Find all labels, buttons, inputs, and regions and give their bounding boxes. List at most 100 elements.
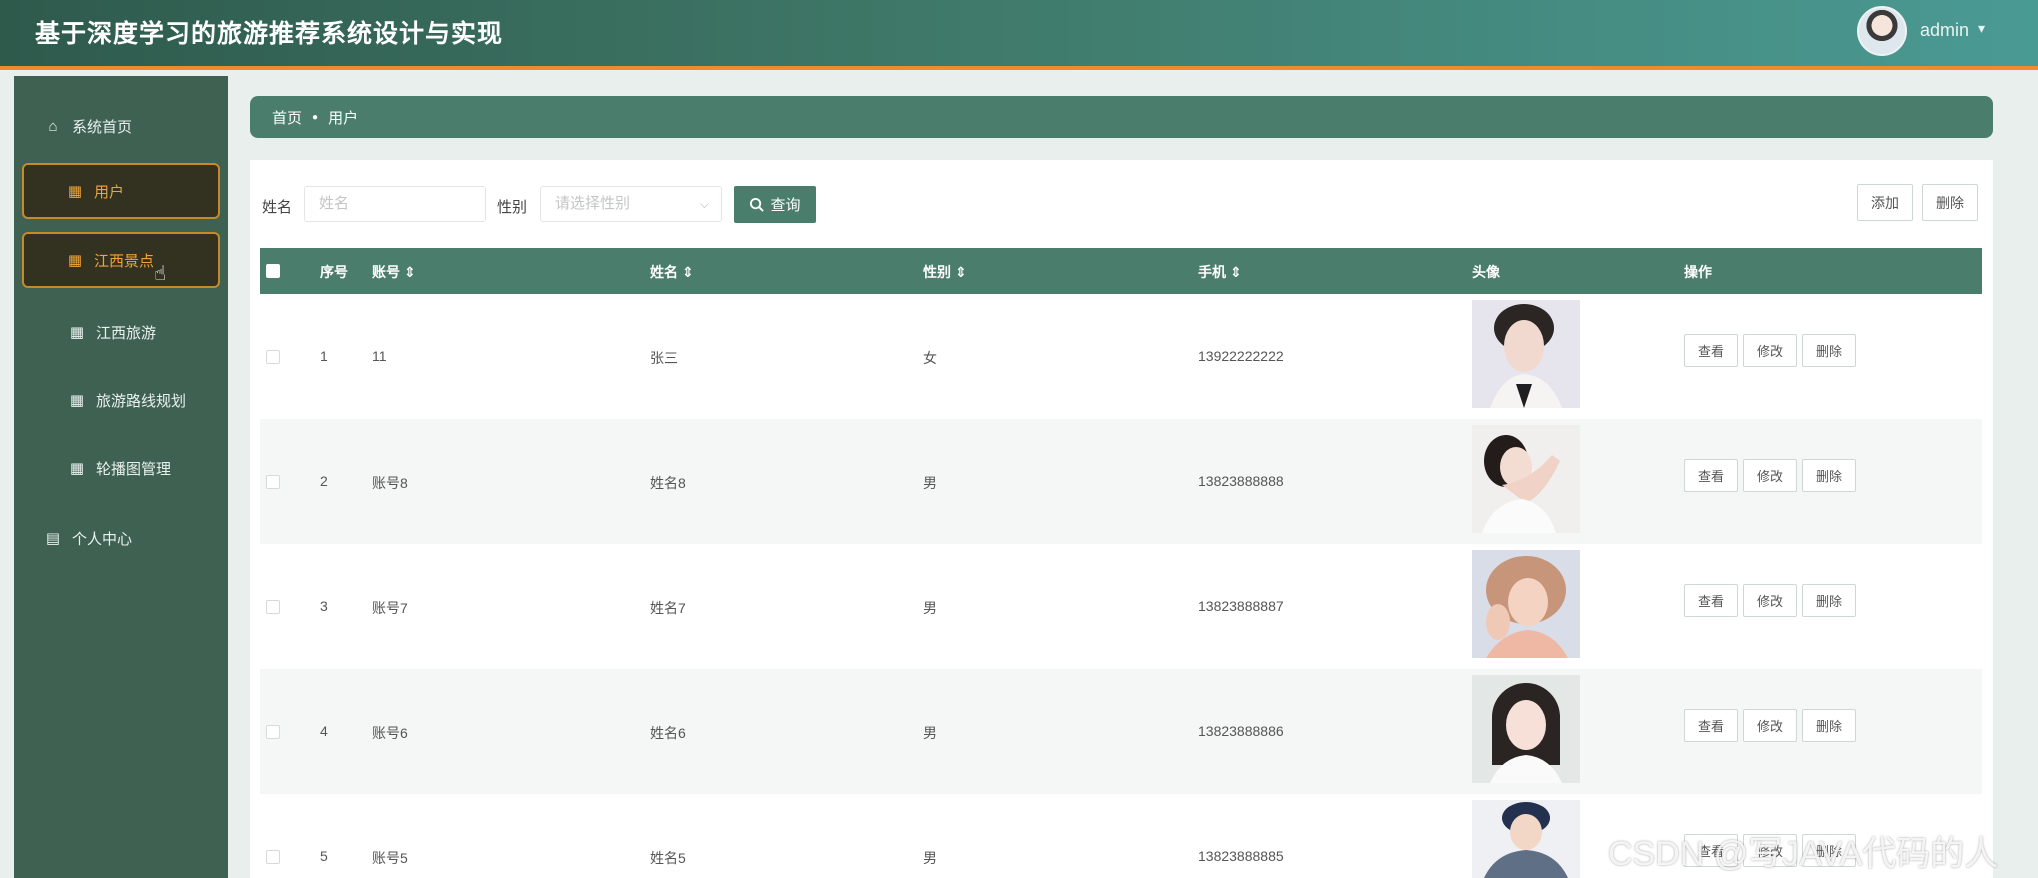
cell-name: 姓名8 bbox=[650, 475, 686, 491]
header-actions: 操作 bbox=[1684, 264, 1712, 280]
watermark: CSDN @写JAVA代码的人 bbox=[1608, 835, 1999, 873]
search-button-label: 查询 bbox=[770, 197, 801, 214]
table-row: 4 账号6 姓名6 男 13823888886 查看 修改 删除 bbox=[260, 669, 1982, 794]
view-button[interactable]: 查看 bbox=[1684, 459, 1738, 492]
gender-select[interactable]: 请选择性别 ⌵ bbox=[540, 186, 722, 222]
cell-gender: 女 bbox=[923, 350, 937, 366]
sidebar-item-label: 江西旅游 bbox=[96, 324, 157, 342]
avatar-photo bbox=[1472, 675, 1580, 783]
view-button-label: 查看 bbox=[1697, 344, 1724, 359]
hand-cursor-icon: ☝ bbox=[154, 263, 167, 285]
gender-filter-label: 性别 bbox=[497, 199, 528, 216]
delete-row-button-label: 删除 bbox=[1815, 344, 1842, 359]
sidebar-item-jiangxi-scenic[interactable]: ▦ 江西景点 bbox=[22, 232, 220, 288]
row-checkbox[interactable] bbox=[266, 850, 280, 864]
row-checkbox[interactable] bbox=[266, 350, 280, 364]
cell-name: 姓名6 bbox=[650, 725, 686, 741]
cell-index: 5 bbox=[320, 848, 328, 864]
row-checkbox[interactable] bbox=[266, 725, 280, 739]
delete-row-button-label: 删除 bbox=[1815, 719, 1842, 734]
breadcrumb-home[interactable]: 首页 bbox=[272, 107, 302, 128]
user-name[interactable]: admin bbox=[1920, 20, 1969, 41]
cell-account: 账号7 bbox=[372, 600, 408, 616]
row-checkbox[interactable] bbox=[266, 475, 280, 489]
chevron-down-icon[interactable]: ▾ bbox=[1978, 20, 1985, 37]
name-search-input[interactable]: 姓名 bbox=[304, 186, 486, 222]
table-row: 1 11 张三 女 13922222222 查看 修改 删除 bbox=[260, 294, 1982, 419]
sidebar-item-jiangxi-travel[interactable]: ▦ 江西旅游 bbox=[22, 304, 220, 360]
delete-button-label: 删除 bbox=[1936, 194, 1964, 211]
delete-button[interactable]: 删除 bbox=[1922, 184, 1978, 221]
avatar-photo bbox=[1472, 800, 1580, 878]
delete-row-button[interactable]: 删除 bbox=[1802, 584, 1856, 617]
row-checkbox[interactable] bbox=[266, 600, 280, 614]
delete-row-button-label: 删除 bbox=[1815, 594, 1842, 609]
add-button[interactable]: 添加 bbox=[1857, 184, 1913, 221]
sidebar-item-users[interactable]: ▦ 用户 bbox=[22, 163, 220, 219]
sidebar-item-label: 轮播图管理 bbox=[96, 460, 172, 478]
avatar-photo bbox=[1472, 550, 1580, 658]
cell-gender: 男 bbox=[923, 725, 937, 741]
cell-gender: 男 bbox=[923, 600, 937, 616]
view-button-label: 查看 bbox=[1697, 594, 1724, 609]
search-button[interactable]: 查询 bbox=[734, 186, 816, 223]
sidebar-item-personal-center[interactable]: ▤ 个人中心 bbox=[22, 510, 220, 566]
view-button[interactable]: 查看 bbox=[1684, 584, 1738, 617]
delete-row-button[interactable]: 删除 bbox=[1802, 709, 1856, 742]
cell-name: 张三 bbox=[650, 350, 678, 366]
grid-icon: ▦ bbox=[69, 392, 85, 409]
delete-row-button[interactable]: 删除 bbox=[1802, 334, 1856, 367]
cell-phone: 13823888885 bbox=[1198, 848, 1284, 864]
view-button[interactable]: 查看 bbox=[1684, 334, 1738, 367]
cell-index: 1 bbox=[320, 348, 328, 364]
header-gender[interactable]: 性别 ⇕ bbox=[923, 262, 967, 282]
cell-phone: 13823888886 bbox=[1198, 723, 1284, 739]
sidebar-item-carousel[interactable]: ▦ 轮播图管理 bbox=[22, 440, 220, 496]
sidebar-item-label: 江西景点 bbox=[94, 252, 155, 270]
header-phone[interactable]: 手机 ⇕ bbox=[1198, 262, 1242, 282]
app-title: 基于深度学习的旅游推荐系统设计与实现 bbox=[35, 20, 504, 48]
edit-button[interactable]: 修改 bbox=[1743, 584, 1797, 617]
sidebar-item-route-planning[interactable]: ▦ 旅游路线规划 bbox=[22, 372, 220, 428]
cell-gender: 男 bbox=[923, 850, 937, 866]
delete-row-button-label: 删除 bbox=[1815, 469, 1842, 484]
edit-button-label: 修改 bbox=[1756, 719, 1783, 734]
cell-account: 账号5 bbox=[372, 850, 408, 866]
grid-icon: ▦ bbox=[67, 183, 83, 200]
edit-button[interactable]: 修改 bbox=[1743, 709, 1797, 742]
add-button-label: 添加 bbox=[1871, 194, 1899, 211]
name-input-placeholder: 姓名 bbox=[319, 195, 350, 212]
delete-row-button[interactable]: 删除 bbox=[1802, 459, 1856, 492]
header-account[interactable]: 账号 ⇕ bbox=[372, 262, 416, 282]
header-name[interactable]: 姓名 ⇕ bbox=[650, 262, 694, 282]
view-button-label: 查看 bbox=[1697, 469, 1724, 484]
avatar-photo bbox=[1472, 300, 1580, 408]
edit-button[interactable]: 修改 bbox=[1743, 459, 1797, 492]
grid-icon: ▦ bbox=[67, 252, 83, 269]
sidebar-item-home[interactable]: ⌂ 系统首页 bbox=[22, 98, 220, 154]
gender-select-placeholder: 请选择性别 bbox=[555, 195, 631, 212]
cell-phone: 13823888887 bbox=[1198, 598, 1284, 614]
cell-index: 2 bbox=[320, 473, 328, 489]
user-avatar[interactable] bbox=[1857, 6, 1907, 56]
grid-icon: ▦ bbox=[69, 460, 85, 477]
table-row: 3 账号7 姓名7 男 13823888887 查看 修改 删除 bbox=[260, 544, 1982, 669]
edit-button-label: 修改 bbox=[1756, 344, 1783, 359]
view-button[interactable]: 查看 bbox=[1684, 709, 1738, 742]
cell-phone: 13823888888 bbox=[1198, 473, 1284, 489]
edit-button[interactable]: 修改 bbox=[1743, 334, 1797, 367]
home-icon: ⌂ bbox=[48, 117, 58, 135]
header-avatar: 头像 bbox=[1472, 264, 1500, 280]
sidebar: ⌂ 系统首页 ▦ 用户 ▦ 江西景点 ☝ ▦ 江西旅游 ▦ 旅游路线规划 ▦ 轮… bbox=[14, 76, 228, 878]
sidebar-item-label: 系统首页 bbox=[72, 118, 133, 136]
table-row: 2 账号8 姓名8 男 13823888888 查看 修改 删除 bbox=[260, 419, 1982, 544]
cell-account: 账号8 bbox=[372, 475, 408, 491]
edit-button-label: 修改 bbox=[1756, 469, 1783, 484]
breadcrumb-separator: ● bbox=[312, 111, 319, 123]
avatar-photo bbox=[1472, 425, 1580, 533]
cell-phone: 13922222222 bbox=[1198, 348, 1284, 364]
header-index: 序号 bbox=[320, 264, 348, 280]
sidebar-item-label: 用户 bbox=[94, 183, 125, 201]
cell-name: 姓名5 bbox=[650, 850, 686, 866]
select-all-checkbox[interactable] bbox=[266, 264, 280, 278]
